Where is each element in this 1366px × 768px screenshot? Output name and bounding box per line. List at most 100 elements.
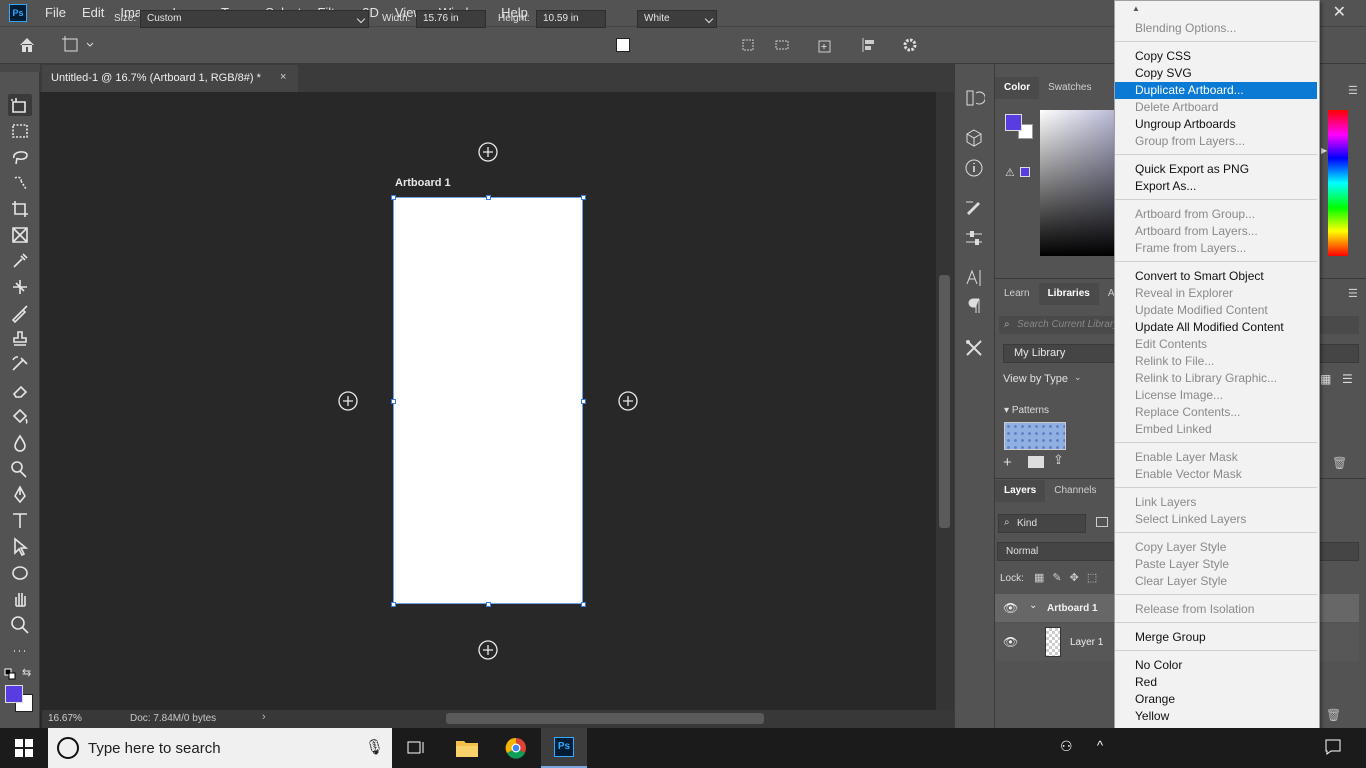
- add-artboard-right-button[interactable]: [618, 391, 638, 411]
- hue-slider[interactable]: [1328, 110, 1348, 256]
- action-center-button[interactable]: [1324, 738, 1342, 756]
- path-selection-tool-button[interactable]: [8, 536, 32, 558]
- 3d-panel-button[interactable]: [963, 127, 985, 149]
- artboard-resize-handle[interactable]: [391, 602, 396, 607]
- lock-artboard-icon[interactable]: ⬚: [1087, 572, 1105, 584]
- delete-icon[interactable]: 🗑: [1332, 456, 1347, 470]
- pen-tool-button[interactable]: [8, 484, 32, 506]
- document-info[interactable]: Doc: 7.84M/0 bytes: [130, 713, 216, 724]
- task-view-button[interactable]: [406, 738, 426, 758]
- ellipse-tool-button[interactable]: [8, 562, 32, 584]
- microphone-icon[interactable]: 🎙: [365, 738, 384, 756]
- width-input[interactable]: 15.76 in: [416, 10, 486, 28]
- adjustments-panel-button[interactable]: [963, 227, 985, 249]
- artboard[interactable]: [393, 197, 583, 604]
- menu-scroll-up-icon[interactable]: ▲: [1132, 4, 1140, 13]
- blur-tool-button[interactable]: [8, 432, 32, 454]
- align-button[interactable]: [861, 37, 877, 53]
- tab-learn[interactable]: Learn: [995, 283, 1039, 305]
- paint-bucket-tool-button[interactable]: [8, 406, 32, 428]
- visibility-eye-icon[interactable]: 👁: [1003, 601, 1018, 615]
- tab-channels[interactable]: Channels: [1045, 480, 1105, 502]
- context-menu-item[interactable]: Copy CSS: [1115, 48, 1317, 65]
- context-menu-item[interactable]: Yellow: [1115, 708, 1317, 725]
- history-brush-tool-button[interactable]: [8, 354, 32, 376]
- context-menu-item[interactable]: Red: [1115, 674, 1317, 691]
- expand-chevron-icon[interactable]: ⌄: [1029, 600, 1037, 611]
- pattern-thumbnail[interactable]: [1004, 422, 1066, 450]
- height-input[interactable]: 10.59 in: [536, 10, 606, 28]
- artboard-resize-handle[interactable]: [486, 195, 491, 200]
- context-menu-item[interactable]: Duplicate Artboard...: [1115, 82, 1317, 99]
- healing-brush-tool-button[interactable]: [8, 276, 32, 298]
- swap-colors-icon[interactable]: ⇆: [22, 666, 31, 679]
- artboard-tool-preset-picker[interactable]: [60, 35, 96, 55]
- foreground-color-swatch[interactable]: [5, 685, 23, 703]
- add-artboard-top-button[interactable]: [478, 142, 498, 162]
- artboard-resize-handle[interactable]: [391, 195, 396, 200]
- home-button[interactable]: [18, 36, 38, 54]
- info-panel-button[interactable]: [963, 157, 985, 179]
- chrome-button[interactable]: [505, 737, 527, 759]
- delete-layer-icon[interactable]: 🗑: [1326, 708, 1341, 722]
- quick-selection-tool-button[interactable]: [8, 172, 32, 194]
- crop-artboard-button[interactable]: [774, 37, 790, 53]
- people-icon[interactable]: ⚇: [1060, 738, 1073, 755]
- lock-transparency-icon[interactable]: ▦: [1034, 572, 1052, 584]
- add-artboard-button[interactable]: [817, 37, 833, 53]
- web-safe-color-swatch[interactable]: [1020, 167, 1030, 177]
- lock-pixels-icon[interactable]: ✎: [1052, 572, 1069, 584]
- lock-position-icon[interactable]: ✥: [1070, 572, 1087, 584]
- tab-layers[interactable]: Layers: [995, 480, 1046, 502]
- tool-presets-panel-button[interactable]: [963, 337, 985, 359]
- context-menu-item[interactable]: Copy SVG: [1115, 65, 1317, 82]
- context-menu-item[interactable]: Merge Group: [1115, 629, 1317, 646]
- vertical-scroll-thumb[interactable]: [939, 275, 950, 528]
- add-artboard-left-button[interactable]: [338, 391, 358, 411]
- artboard-resize-handle[interactable]: [581, 195, 586, 200]
- document-tab[interactable]: Untitled-1 @ 16.7% (Artboard 1, RGB/8#) …: [42, 65, 298, 92]
- settings-button[interactable]: [902, 37, 918, 53]
- eyedropper-tool-button[interactable]: [8, 250, 32, 272]
- dodge-tool-button[interactable]: [8, 458, 32, 480]
- context-menu-item[interactable]: Ungroup Artboards: [1115, 116, 1317, 133]
- zoom-tool-button[interactable]: [8, 614, 32, 636]
- tab-libraries[interactable]: Libraries: [1038, 283, 1099, 305]
- background-color-swatch[interactable]: [616, 38, 630, 52]
- align-artboard-button[interactable]: [740, 37, 756, 53]
- context-menu-item[interactable]: Quick Export as PNG: [1115, 161, 1317, 178]
- artboard-resize-handle[interactable]: [581, 602, 586, 607]
- pixel-layer-filter-icon[interactable]: [1096, 517, 1108, 527]
- tab-swatches[interactable]: Swatches: [1039, 77, 1100, 99]
- size-dropdown[interactable]: Custom: [140, 10, 369, 28]
- brushes-panel-button[interactable]: [963, 197, 985, 219]
- background-dropdown[interactable]: White: [637, 10, 717, 28]
- visibility-eye-icon[interactable]: 👁: [1003, 635, 1018, 649]
- context-menu-item[interactable]: No Color: [1115, 657, 1317, 674]
- artboard-tool-button[interactable]: [8, 94, 32, 116]
- tab-color[interactable]: Color: [995, 77, 1040, 99]
- artboard-label[interactable]: Artboard 1: [395, 177, 451, 189]
- layer-name[interactable]: Artboard 1: [1047, 603, 1098, 614]
- toolbar-grip[interactable]: [0, 64, 40, 72]
- add-artboard-bottom-button[interactable]: [478, 640, 498, 660]
- clone-stamp-tool-button[interactable]: [8, 328, 32, 350]
- layer-filter-dropdown[interactable]: Kind: [998, 514, 1086, 533]
- horizontal-scroll-thumb[interactable]: [446, 713, 764, 724]
- marquee-tool-button[interactable]: [8, 120, 32, 142]
- file-explorer-button[interactable]: [455, 737, 479, 759]
- libraries-panel-menu-icon[interactable]: ☰: [1348, 287, 1358, 300]
- hand-tool-button[interactable]: [8, 588, 32, 610]
- history-panel-button[interactable]: [963, 87, 985, 109]
- zoom-level[interactable]: 16.67%: [48, 713, 82, 724]
- folder-icon[interactable]: [1028, 456, 1044, 468]
- color-field[interactable]: [1040, 110, 1116, 256]
- artboard-resize-handle[interactable]: [391, 398, 396, 404]
- context-menu-item[interactable]: Export As...: [1115, 178, 1317, 195]
- context-menu-item[interactable]: Convert to Smart Object: [1115, 268, 1317, 285]
- lock-options[interactable]: ▦✎✥⬚: [1034, 571, 1105, 584]
- paragraph-panel-button[interactable]: [963, 295, 985, 317]
- document-tab-close-button[interactable]: ×: [280, 71, 286, 83]
- color-panel-menu-icon[interactable]: ☰: [1348, 84, 1358, 97]
- character-panel-button[interactable]: [963, 267, 985, 289]
